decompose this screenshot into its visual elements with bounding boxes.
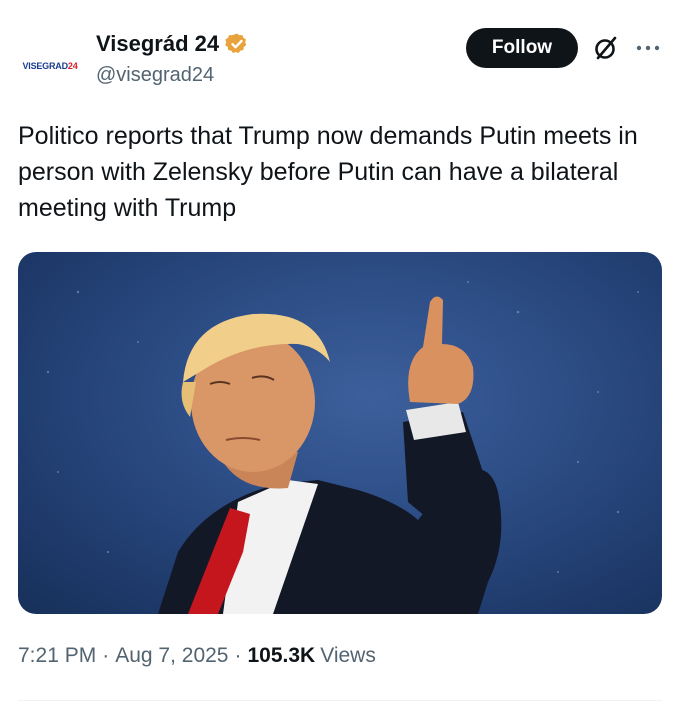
avatar-logo-accent: 24 [67, 61, 78, 71]
avatar-logo: VISEGRAD24 [22, 61, 77, 71]
tweet-photo[interactable] [18, 252, 662, 614]
verified-badge-icon[interactable] [225, 32, 249, 56]
views-count[interactable]: 105.3K [247, 644, 315, 668]
avatar[interactable]: VISEGRAD24 [18, 34, 82, 98]
more-icon[interactable] [634, 36, 662, 60]
divider [18, 700, 662, 701]
photo-hand [408, 296, 474, 404]
follow-button[interactable]: Follow [466, 28, 578, 68]
author-handle[interactable]: @visegrad24 [96, 64, 214, 87]
tweet-card[interactable]: VISEGRAD24 Visegrád 24 @visegrad24 Follo… [0, 0, 680, 710]
meta-separator: · [234, 644, 242, 667]
avatar-logo-text: VISEGRAD [22, 61, 68, 71]
tweet-time[interactable]: 7:21 PM [18, 644, 96, 668]
tweet-text: Politico reports that Trump now demands … [18, 122, 638, 222]
meta-separator: · [102, 644, 110, 667]
grok-icon[interactable] [592, 34, 620, 62]
tweet-meta: 7:21 PM · Aug 7, 2025 · 105.3K Views [18, 644, 376, 668]
views-label[interactable]: Views [320, 644, 376, 668]
tweet-date[interactable]: Aug 7, 2025 [115, 644, 228, 668]
author-name-row[interactable]: Visegrád 24 [96, 28, 249, 60]
author-display-name[interactable]: Visegrád 24 [96, 31, 219, 57]
